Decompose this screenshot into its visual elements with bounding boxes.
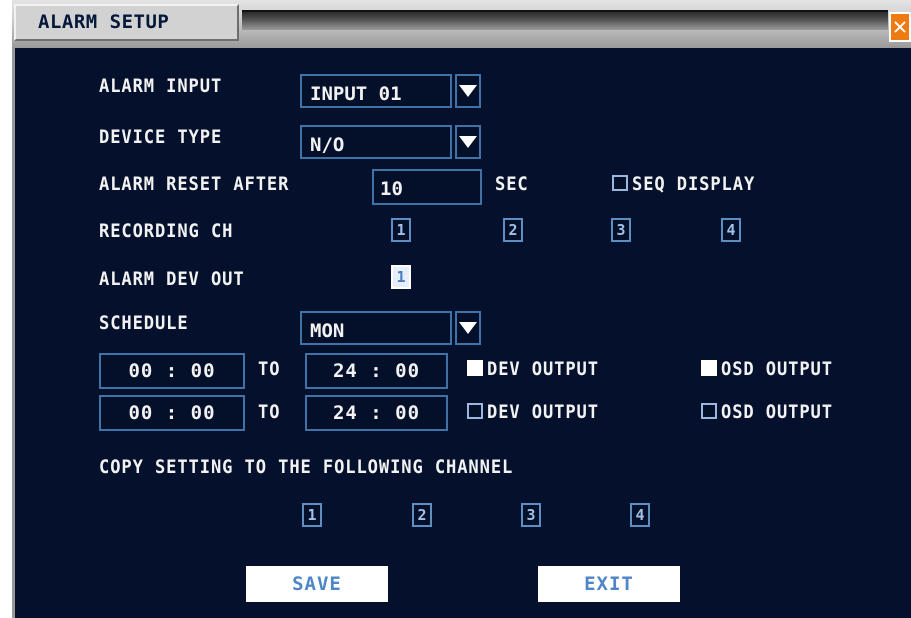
schedule-row2-dev-output-label: DEV OUTPUT [487, 401, 599, 423]
triangle-down-icon[interactable] [455, 125, 481, 159]
schedule-row1-osd-output-checkbox[interactable] [701, 360, 717, 376]
settings-panel: ALARM INPUT INPUT 01 DEVICE TYPE N/O ALA… [12, 48, 911, 618]
seq-display-label: SEQ DISPLAY [632, 173, 756, 195]
schedule-row1-to-label: TO [258, 358, 281, 380]
recording-ch-1[interactable]: 1 [391, 218, 411, 242]
title-bar-decoration [242, 10, 888, 30]
close-icon[interactable]: ✕ [889, 12, 911, 42]
device-type-value: N/O [300, 125, 452, 159]
schedule-row1-osd-output-label: OSD OUTPUT [721, 358, 833, 380]
alarm-dev-out-label: ALARM DEV OUT [99, 268, 245, 290]
schedule-row1-to[interactable]: 24 : 00 [305, 353, 448, 389]
window-title: ALARM SETUP [14, 4, 239, 41]
alarm-reset-label: ALARM RESET AFTER [99, 173, 290, 195]
alarm-reset-unit: SEC [495, 173, 529, 195]
schedule-row2-dev-output-checkbox[interactable] [467, 403, 483, 419]
device-type-label: DEVICE TYPE [99, 126, 223, 148]
schedule-row2-to-label: TO [258, 401, 281, 423]
schedule-day-value: MON [300, 311, 452, 345]
recording-ch-2[interactable]: 2 [503, 218, 523, 242]
copy-setting-label: COPY SETTING TO THE FOLLOWING CHANNEL [99, 456, 514, 478]
schedule-row1-dev-output-label: DEV OUTPUT [487, 358, 599, 380]
recording-ch-3[interactable]: 3 [611, 218, 631, 242]
alarm-input-value: INPUT 01 [300, 74, 452, 108]
alarm-input-label: ALARM INPUT [99, 75, 223, 97]
recording-ch-4[interactable]: 4 [721, 218, 741, 242]
alarm-dev-out-1[interactable]: 1 [391, 265, 411, 289]
device-type-select[interactable]: N/O [300, 125, 481, 159]
title-bar: ALARM SETUP ✕ [12, 0, 911, 48]
copy-ch-4[interactable]: 4 [630, 503, 650, 527]
copy-ch-1[interactable]: 1 [302, 503, 322, 527]
schedule-row1-from[interactable]: 00 : 00 [99, 353, 245, 389]
triangle-down-icon[interactable] [455, 74, 481, 108]
schedule-row2-to[interactable]: 24 : 00 [305, 395, 448, 431]
seq-display-checkbox[interactable] [612, 175, 628, 191]
schedule-day-select[interactable]: MON [300, 311, 481, 345]
alarm-reset-input[interactable]: 10 [372, 169, 482, 205]
schedule-label: SCHEDULE [99, 312, 189, 334]
schedule-row2-osd-output-label: OSD OUTPUT [721, 401, 833, 423]
schedule-row2-from[interactable]: 00 : 00 [99, 395, 245, 431]
copy-ch-2[interactable]: 2 [412, 503, 432, 527]
schedule-row2-osd-output-checkbox[interactable] [701, 403, 717, 419]
alarm-setup-window: ALARM SETUP ✕ ALARM INPUT INPUT 01 DEVIC… [12, 0, 911, 618]
save-button[interactable]: SAVE [246, 566, 388, 602]
triangle-down-icon[interactable] [455, 311, 481, 345]
alarm-input-select[interactable]: INPUT 01 [300, 74, 481, 108]
exit-button[interactable]: EXIT [538, 566, 680, 602]
schedule-row1-dev-output-checkbox[interactable] [467, 360, 483, 376]
copy-ch-3[interactable]: 3 [521, 503, 541, 527]
recording-ch-label: RECORDING CH [99, 220, 234, 242]
